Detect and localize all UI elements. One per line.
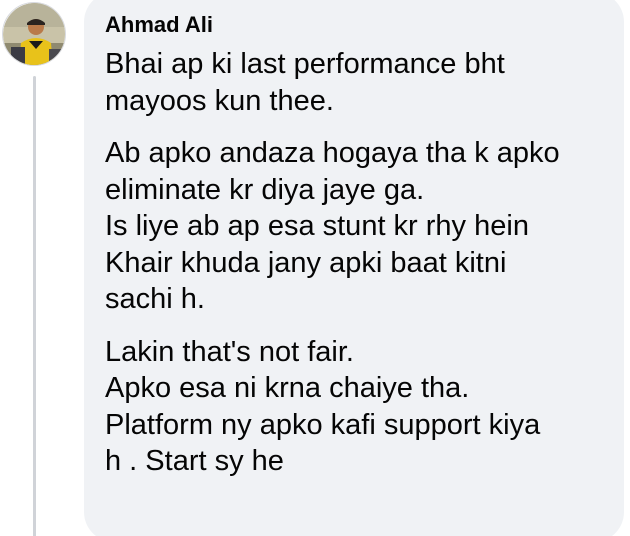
comment-line: sachi h. bbox=[105, 283, 205, 315]
comment-thread: Ahmad Ali Bhai ap ki last performance bh… bbox=[0, 0, 630, 536]
comment-line: Apko esa ni krna chaiye tha. bbox=[105, 372, 470, 404]
comment-line: h . Start sy he bbox=[105, 445, 284, 477]
comment-line: Khair khuda jany apki baat kitni bbox=[105, 246, 507, 279]
comment-line: mayoos kun thee. bbox=[105, 84, 334, 117]
comment-paragraph: Bhai ap ki last performance bht mayoos k… bbox=[105, 46, 615, 119]
comment-line: Lakin that's not fair. bbox=[105, 335, 354, 368]
comment-text: Bhai ap ki last performance bht mayoos k… bbox=[105, 46, 615, 496]
avatar[interactable] bbox=[2, 2, 66, 66]
comment-author-name[interactable]: Ahmad Ali bbox=[105, 12, 213, 38]
comment-line: Platform ny apko kafi support kiya bbox=[105, 408, 541, 441]
comment-paragraph: Lakin that's not fair. Apko esa ni krna … bbox=[105, 334, 615, 480]
comment-paragraph: Ab apko andaza hogaya tha k apko elimina… bbox=[105, 135, 615, 318]
comment-line: Bhai ap ki last performance bht bbox=[105, 48, 505, 80]
comment-line: eliminate kr diya jaye ga. bbox=[105, 173, 425, 206]
reply-thread-line bbox=[33, 76, 36, 536]
comment-line: Ab apko andaza hogaya tha k apko bbox=[105, 137, 560, 169]
profile-photo-avatar bbox=[3, 3, 65, 65]
comment-line: Is liye ab ap esa stunt kr rhy hein bbox=[105, 210, 529, 242]
